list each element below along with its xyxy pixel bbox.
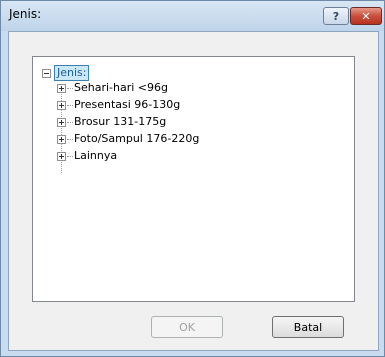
tree-root-node[interactable]: Jenis: xyxy=(42,65,90,81)
ok-button[interactable]: OK xyxy=(151,316,223,338)
expand-icon[interactable] xyxy=(57,117,66,127)
tree-item-label[interactable]: Presentasi 96-130g xyxy=(74,98,180,112)
expand-icon[interactable] xyxy=(57,83,66,93)
dialog-window: Jenis: ? ✕ Jenis: Sehari-hari <96g Prese… xyxy=(0,0,385,357)
tree-root-label[interactable]: Jenis: xyxy=(54,65,90,81)
type-tree-view[interactable]: Jenis: Sehari-hari <96g Presentasi 96-13… xyxy=(32,56,355,302)
tree-item-label[interactable]: Sehari-hari <96g xyxy=(74,81,168,95)
tree-item-label[interactable]: Lainnya xyxy=(74,149,117,163)
expand-icon[interactable] xyxy=(57,100,66,110)
dialog-client-area: Jenis: Sehari-hari <96g Presentasi 96-13… xyxy=(8,31,379,351)
help-button[interactable]: ? xyxy=(323,7,349,25)
cancel-button[interactable]: Batal xyxy=(272,316,344,338)
tree-item-label[interactable]: Foto/Sampul 176-220g xyxy=(74,132,199,146)
tree-item-brosur[interactable]: Brosur 131-175g xyxy=(57,115,166,129)
title-bar[interactable]: Jenis: ? ✕ xyxy=(1,1,384,31)
tree-item-presentasi[interactable]: Presentasi 96-130g xyxy=(57,98,180,112)
tree-item-foto-sampul[interactable]: Foto/Sampul 176-220g xyxy=(57,132,199,146)
tree-item-sehari-hari[interactable]: Sehari-hari <96g xyxy=(57,81,168,95)
collapse-icon[interactable] xyxy=(42,68,51,78)
window-title: Jenis: xyxy=(9,7,42,21)
close-button[interactable]: ✕ xyxy=(350,7,382,25)
close-icon: ✕ xyxy=(361,9,371,23)
tree-item-lainnya[interactable]: Lainnya xyxy=(57,149,117,163)
help-icon: ? xyxy=(332,9,340,23)
expand-icon[interactable] xyxy=(57,134,66,144)
expand-icon[interactable] xyxy=(57,151,66,161)
tree-item-label[interactable]: Brosur 131-175g xyxy=(74,115,166,129)
